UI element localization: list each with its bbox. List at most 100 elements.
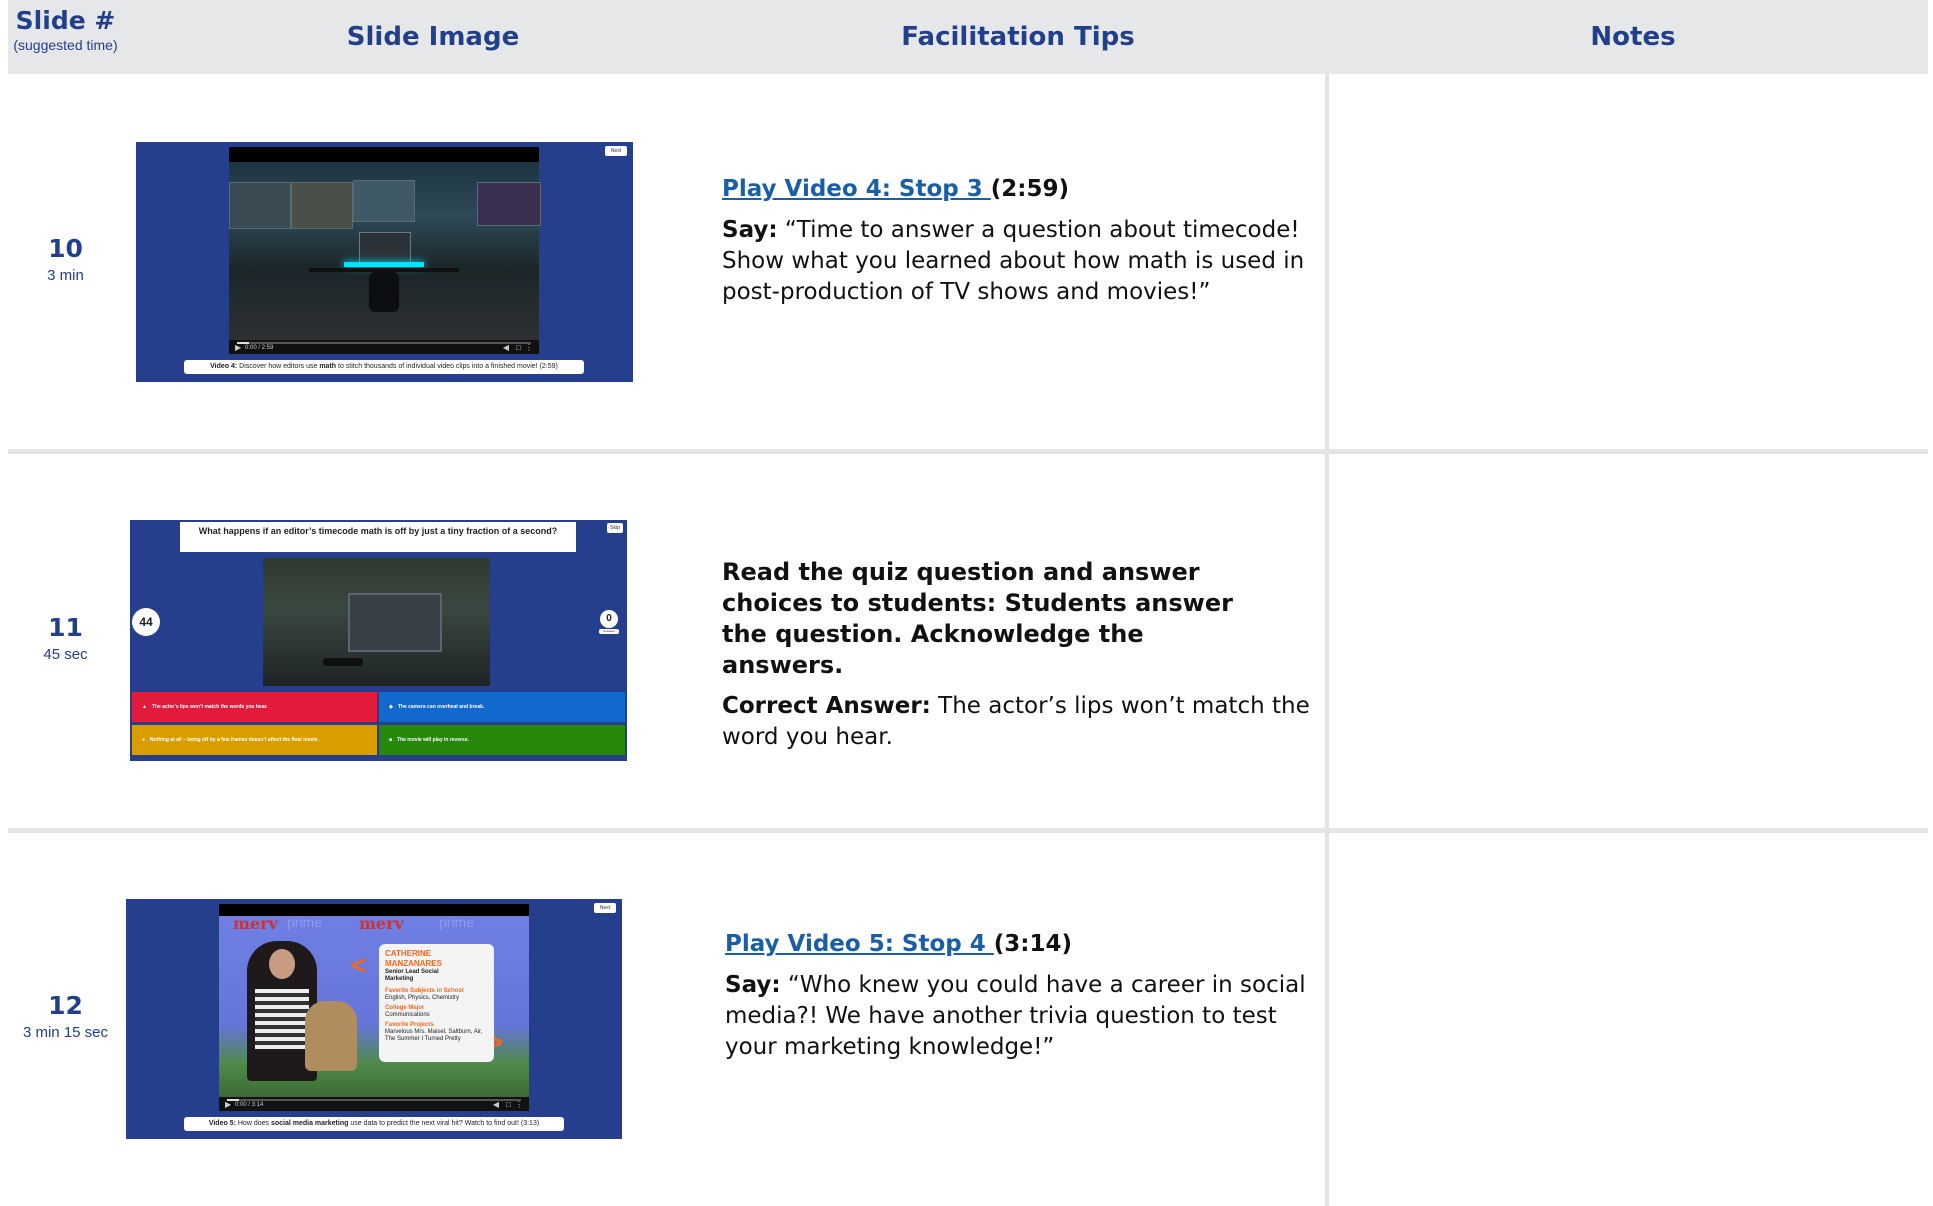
fullscreen-icon[interactable]: □ <box>516 344 521 352</box>
more-icon[interactable]: ⋮ <box>515 1101 523 1109</box>
chair <box>369 272 399 312</box>
answers-count: 0 <box>600 610 618 628</box>
say-label: Say: <box>725 972 781 998</box>
header-notes: Notes <box>1590 22 1676 52</box>
dog-figure <box>305 1001 357 1071</box>
editing-monitor <box>348 593 442 652</box>
column-divider <box>1325 74 1329 1206</box>
quiz-image <box>263 558 490 686</box>
answers-counter: 0 Answers <box>599 610 619 634</box>
answer-choice[interactable]: ● Nothing at all – being off by a few fra… <box>132 725 377 755</box>
slide-number: 10 <box>48 234 83 263</box>
desk-monitor <box>359 232 411 264</box>
circle-icon: ● <box>142 737 146 743</box>
header-slide-label: Slide # <box>15 6 116 35</box>
triangle-icon: ▲ <box>142 704 147 710</box>
diamond-icon: ◆ <box>389 704 393 710</box>
video-frame <box>229 162 541 340</box>
answer-text: The movie will play in reverse. <box>397 737 470 743</box>
answer-choice[interactable]: ▲ The actor’s lips won’t match the words … <box>132 692 377 722</box>
video-time: (2:59) <box>990 176 1069 202</box>
video-player[interactable]: merv prime merv prime < /> CATHERINE MAN… <box>219 904 529 1111</box>
monitor-left <box>229 182 291 229</box>
caption-bold: social media marketing <box>270 1120 349 1127</box>
slide-number: 12 <box>48 991 83 1020</box>
video-player[interactable]: ▶ 0:00 / 2:59 ◀ □ ⋮ <box>229 147 541 354</box>
more-icon[interactable]: ⋮ <box>525 344 533 352</box>
say-text: “Who knew you could have a career in soc… <box>725 972 1306 1060</box>
player-controls[interactable]: ▶ 0:00 / 2:59 ◀ □ ⋮ <box>229 340 539 354</box>
card-text: Marvelous Mrs. Maisel, Saltburn, Air, Th… <box>385 1029 483 1042</box>
slide-duration: 3 min <box>47 267 84 284</box>
answer-choice[interactable]: ◆ The camera can overheat and break. <box>379 692 625 722</box>
volume-icon[interactable]: ◀ <box>503 344 509 352</box>
answer-text: The camera can overheat and break. <box>397 704 485 710</box>
card-heading: College Major <box>385 1005 425 1011</box>
desk-light <box>344 262 424 267</box>
slide-duration: 45 sec <box>43 646 88 663</box>
caption-prefix: Video 4: <box>210 363 238 370</box>
next-button[interactable]: Next <box>594 903 616 913</box>
play-icon[interactable]: ▶ <box>235 344 241 352</box>
play-video-link[interactable]: Play Video 5: Stop 4 <box>725 931 994 957</box>
player-time: 0:00 / 3:14 <box>235 1102 264 1108</box>
brand-text-3: merv <box>359 914 404 933</box>
header-slide-number: Slide # (suggested time) <box>8 0 123 74</box>
slide-number-cell: 12 3 min 15 sec <box>8 991 123 1041</box>
answers-label: Answers <box>599 629 619 634</box>
play-icon[interactable]: ▶ <box>225 1101 231 1109</box>
brand-text-2: prime <box>287 914 323 930</box>
card-text: English, Physics, Chemistry <box>385 995 460 1001</box>
monitor-right <box>477 182 541 226</box>
answer-choice[interactable]: ■ The movie will play in reverse. <box>379 725 625 755</box>
card-role: Senior Lead Social Marketing <box>385 969 439 982</box>
monitor-left-2 <box>291 182 353 229</box>
header-facilitation-tips: Facilitation Tips <box>901 22 1135 52</box>
progress-track[interactable] <box>237 342 531 344</box>
correct-answer-label: Correct Answer: <box>722 693 931 719</box>
card-heading: Favorite Projects <box>385 1022 434 1028</box>
slide-duration: 3 min 15 sec <box>22 1024 109 1041</box>
say-label: Say: <box>722 217 778 243</box>
next-button[interactable]: Next <box>605 146 627 156</box>
skip-button[interactable]: Skip <box>607 523 623 533</box>
facilitation-tips-cell: Play Video 5: Stop 4 (3:14) Say: “Who kn… <box>725 929 1315 1073</box>
person-face <box>269 949 295 979</box>
header-slide-sub: (suggested time) <box>13 37 118 53</box>
slide-thumbnail: Next ▶ 0:00 / 2:59 ◀ □ ⋮ Video 4: Discov… <box>136 142 633 382</box>
slide-number-cell: 10 3 min <box>8 234 123 284</box>
say-text: “Time to answer a question about timecod… <box>722 217 1305 305</box>
question-text-a: What happens if an editor’s <box>198 526 319 536</box>
row-divider <box>8 828 1928 833</box>
card-name: CATHERINE MANZANARES <box>385 949 442 968</box>
fullscreen-icon[interactable]: □ <box>506 1101 511 1109</box>
caption-text-b: use data to predict the next viral hit? … <box>348 1120 540 1127</box>
card-text: Communications <box>385 1012 430 1018</box>
player-controls[interactable]: ▶ 0:00 / 3:14 ◀ □ ⋮ <box>219 1097 529 1111</box>
answer-text: Nothing at all – being off by a few fram… <box>150 737 319 743</box>
video-caption: Video 4: Discover how editors use math t… <box>184 360 584 374</box>
volume-icon[interactable]: ◀ <box>493 1101 499 1109</box>
play-video-link[interactable]: Play Video 4: Stop 3 <box>722 176 991 202</box>
facilitation-tips-cell: Play Video 4: Stop 3 (2:59) Say: “Time t… <box>722 174 1312 318</box>
slide-thumbnail: Skip What happens if an editor’s timecod… <box>130 520 627 761</box>
monitor-center <box>353 180 415 222</box>
brand-text: merv <box>233 914 278 933</box>
player-time: 0:00 / 2:59 <box>245 345 274 351</box>
progress-track[interactable] <box>227 1099 521 1101</box>
facilitation-tips-cell: Read the quiz question and answer choice… <box>722 557 1312 763</box>
video-caption: Video 5: How does social media marketing… <box>184 1117 564 1131</box>
code-bracket-left: < <box>351 950 367 980</box>
card-heading: Favorite Subjects in School <box>385 988 464 994</box>
slide-thumbnail: Next merv prime merv prime < /> CATHERIN… <box>126 899 622 1139</box>
header-slide-image: Slide Image <box>346 22 520 52</box>
brand-text-4: prime <box>439 914 475 930</box>
quiz-instruction: Read the quiz question and answer choice… <box>722 558 1233 679</box>
video-frame: merv prime merv prime < /> CATHERINE MAN… <box>219 914 529 1097</box>
caption-bold: math <box>319 363 337 370</box>
quiz-question: What happens if an editor’s timecode mat… <box>180 522 576 552</box>
caption-text-b: to stitch thousands of individual video … <box>336 363 558 370</box>
row-divider <box>8 449 1928 454</box>
answer-text: The actor’s lips won’t match the words y… <box>151 704 268 710</box>
caption-prefix: Video 5: <box>208 1120 236 1127</box>
